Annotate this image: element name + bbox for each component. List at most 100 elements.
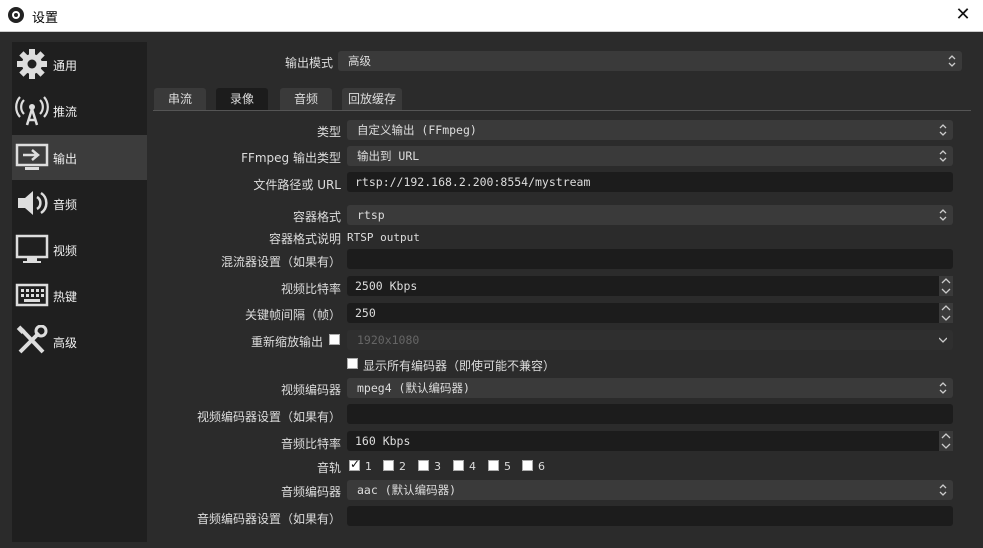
sidebar-item-label: 视频: [53, 244, 78, 258]
chevron-updown-icon: [939, 150, 947, 162]
tools-icon: [16, 325, 48, 354]
audio-track-1-checkbox[interactable]: [349, 457, 360, 471]
file-path-url-input[interactable]: rtsp://192.168.2.200:8554/mystream: [347, 172, 953, 192]
audio-bitrate-spinbox[interactable]: 160 Kbps: [347, 431, 953, 451]
sidebar-item-video[interactable]: 视频: [12, 227, 147, 272]
tab-recording[interactable]: 录像: [216, 88, 269, 110]
window-title: 设置: [32, 11, 59, 26]
sidebar-item-label: 热键: [53, 290, 78, 304]
audio-encoder-select[interactable]: aac (默认编码器): [347, 480, 953, 500]
sidebar-item-label: 通用: [53, 59, 78, 73]
video-encoder-settings-input[interactable]: [347, 404, 953, 424]
video-bitrate-spinbox[interactable]: 2500 Kbps: [347, 276, 953, 296]
spin-down-button[interactable]: [939, 441, 953, 451]
spin-up-button[interactable]: [939, 276, 953, 286]
audio-track-4-checkbox[interactable]: [453, 460, 464, 471]
close-button[interactable]: ✕: [949, 2, 977, 28]
spin-up-button[interactable]: [939, 303, 953, 313]
video-encoder-settings-label: 视频编码器设置（如果有）: [196, 410, 341, 424]
sidebar-item-audio[interactable]: 音频: [12, 181, 147, 226]
sidebar-item-label: 输出: [53, 152, 78, 166]
muxer-settings-input[interactable]: [347, 249, 953, 269]
container-format-select[interactable]: rtsp: [347, 205, 953, 225]
gear-icon: [17, 49, 47, 79]
chevron-down-icon: [941, 288, 951, 294]
muxer-settings-label: 混流器设置（如果有）: [220, 255, 341, 269]
chevron-updown-icon: [939, 209, 947, 221]
audio-track-2-checkbox[interactable]: [383, 460, 394, 471]
audio-track-2-label: 2: [399, 460, 406, 473]
rescale-output-checkbox[interactable]: [329, 334, 340, 345]
sidebar-item-stream[interactable]: 推流: [12, 88, 147, 133]
container-desc-label: 容器格式说明: [268, 232, 341, 246]
audio-encoder-label: 音频编码器: [280, 485, 341, 499]
audio-track-6-label: 6: [538, 460, 545, 473]
container-format-label: 容器格式: [292, 210, 341, 224]
output-mode-select[interactable]: 高级: [338, 51, 962, 71]
sidebar-item-label: 推流: [53, 105, 78, 119]
chevron-down-icon: [941, 315, 951, 321]
rescale-resolution-value: 1920x1080: [357, 333, 420, 347]
container-format-value: rtsp: [357, 208, 385, 222]
spin-down-button[interactable]: [939, 313, 953, 323]
sidebar-item-hotkeys[interactable]: 热键: [12, 273, 147, 318]
audio-track-3-checkbox[interactable]: [418, 460, 429, 471]
audio-encoder-settings-input[interactable]: [347, 506, 953, 526]
sidebar-item-label: 高级: [53, 336, 78, 350]
audio-encoder-settings-label: 音频编码器设置（如果有）: [196, 512, 341, 526]
audio-track-label: 音轨: [316, 461, 341, 475]
speaker-icon: [18, 191, 48, 215]
sidebar-item-general[interactable]: 通用: [12, 42, 147, 87]
ffmpeg-output-type-select[interactable]: 输出到 URL: [347, 146, 953, 166]
audio-track-1-label: 1: [365, 460, 372, 473]
chevron-updown-icon: [939, 382, 947, 394]
video-encoder-select[interactable]: mpeg4 (默认编码器): [347, 378, 953, 398]
keyframe-interval-value: 250: [355, 306, 376, 320]
audio-track-6-checkbox[interactable]: [522, 460, 533, 471]
sidebar-item-label: 音频: [53, 198, 78, 212]
monitor-output-icon: [15, 143, 49, 170]
show-all-encoders-label: 显示所有编码器（即使可能不兼容）: [363, 359, 556, 373]
tab-divider: [153, 110, 971, 111]
broadcast-antenna-icon: [15, 96, 49, 126]
audio-track-4-label: 4: [469, 460, 476, 473]
audio-track-3-label: 3: [434, 460, 441, 473]
audio-bitrate-label: 音频比特率: [280, 437, 341, 451]
video-bitrate-value: 2500 Kbps: [355, 279, 418, 293]
chevron-updown-icon: [939, 124, 947, 136]
sidebar-item-output[interactable]: 输出: [12, 135, 147, 180]
tab-streaming[interactable]: 串流: [154, 88, 207, 110]
chevron-up-icon: [941, 305, 951, 311]
file-path-url-label: 文件路径或 URL: [253, 178, 341, 192]
rescale-resolution-select[interactable]: 1920x1080: [347, 330, 953, 350]
monitor-icon: [15, 234, 49, 263]
keyframe-interval-spinbox[interactable]: 250: [347, 303, 953, 323]
tab-replay-buffer[interactable]: 回放缓存: [342, 88, 403, 110]
audio-track-5-label: 5: [504, 460, 511, 473]
sidebar-item-advanced[interactable]: 高级: [12, 319, 147, 364]
spin-down-button[interactable]: [939, 286, 953, 296]
chevron-down-icon: [941, 443, 951, 449]
keyboard-icon: [15, 283, 49, 307]
settings-sidebar: 通用 推流 输出 音频 视频 热键 高级: [12, 42, 147, 542]
audio-track-5-checkbox[interactable]: [488, 460, 499, 471]
output-mode-label: 输出模式: [284, 56, 333, 70]
rescale-output-label: 重新缩放输出: [250, 335, 323, 349]
chevron-up-icon: [941, 433, 951, 439]
show-all-encoders-checkbox[interactable]: [347, 358, 358, 369]
ffmpeg-output-type-value: 输出到 URL: [357, 149, 420, 163]
output-settings-panel: 输出模式 高级 串流 录像 音频 回放缓存 类型 自定义输出 (FFmpeg) …: [153, 42, 973, 548]
tab-audio[interactable]: 音频: [280, 88, 333, 110]
container-desc-value: RTSP output: [347, 231, 420, 244]
chevron-up-icon: [941, 278, 951, 284]
chevron-updown-icon: [939, 484, 947, 496]
video-bitrate-label: 视频比特率: [280, 282, 341, 296]
type-select[interactable]: 自定义输出 (FFmpeg): [347, 120, 953, 140]
video-encoder-label: 视频编码器: [280, 383, 341, 397]
spin-up-button[interactable]: [939, 431, 953, 441]
audio-bitrate-value: 160 Kbps: [355, 434, 411, 448]
type-value: 自定义输出 (FFmpeg): [357, 123, 477, 137]
obs-logo-icon: [8, 7, 24, 23]
chevron-updown-icon: [948, 55, 956, 67]
output-mode-value: 高级: [348, 54, 371, 68]
